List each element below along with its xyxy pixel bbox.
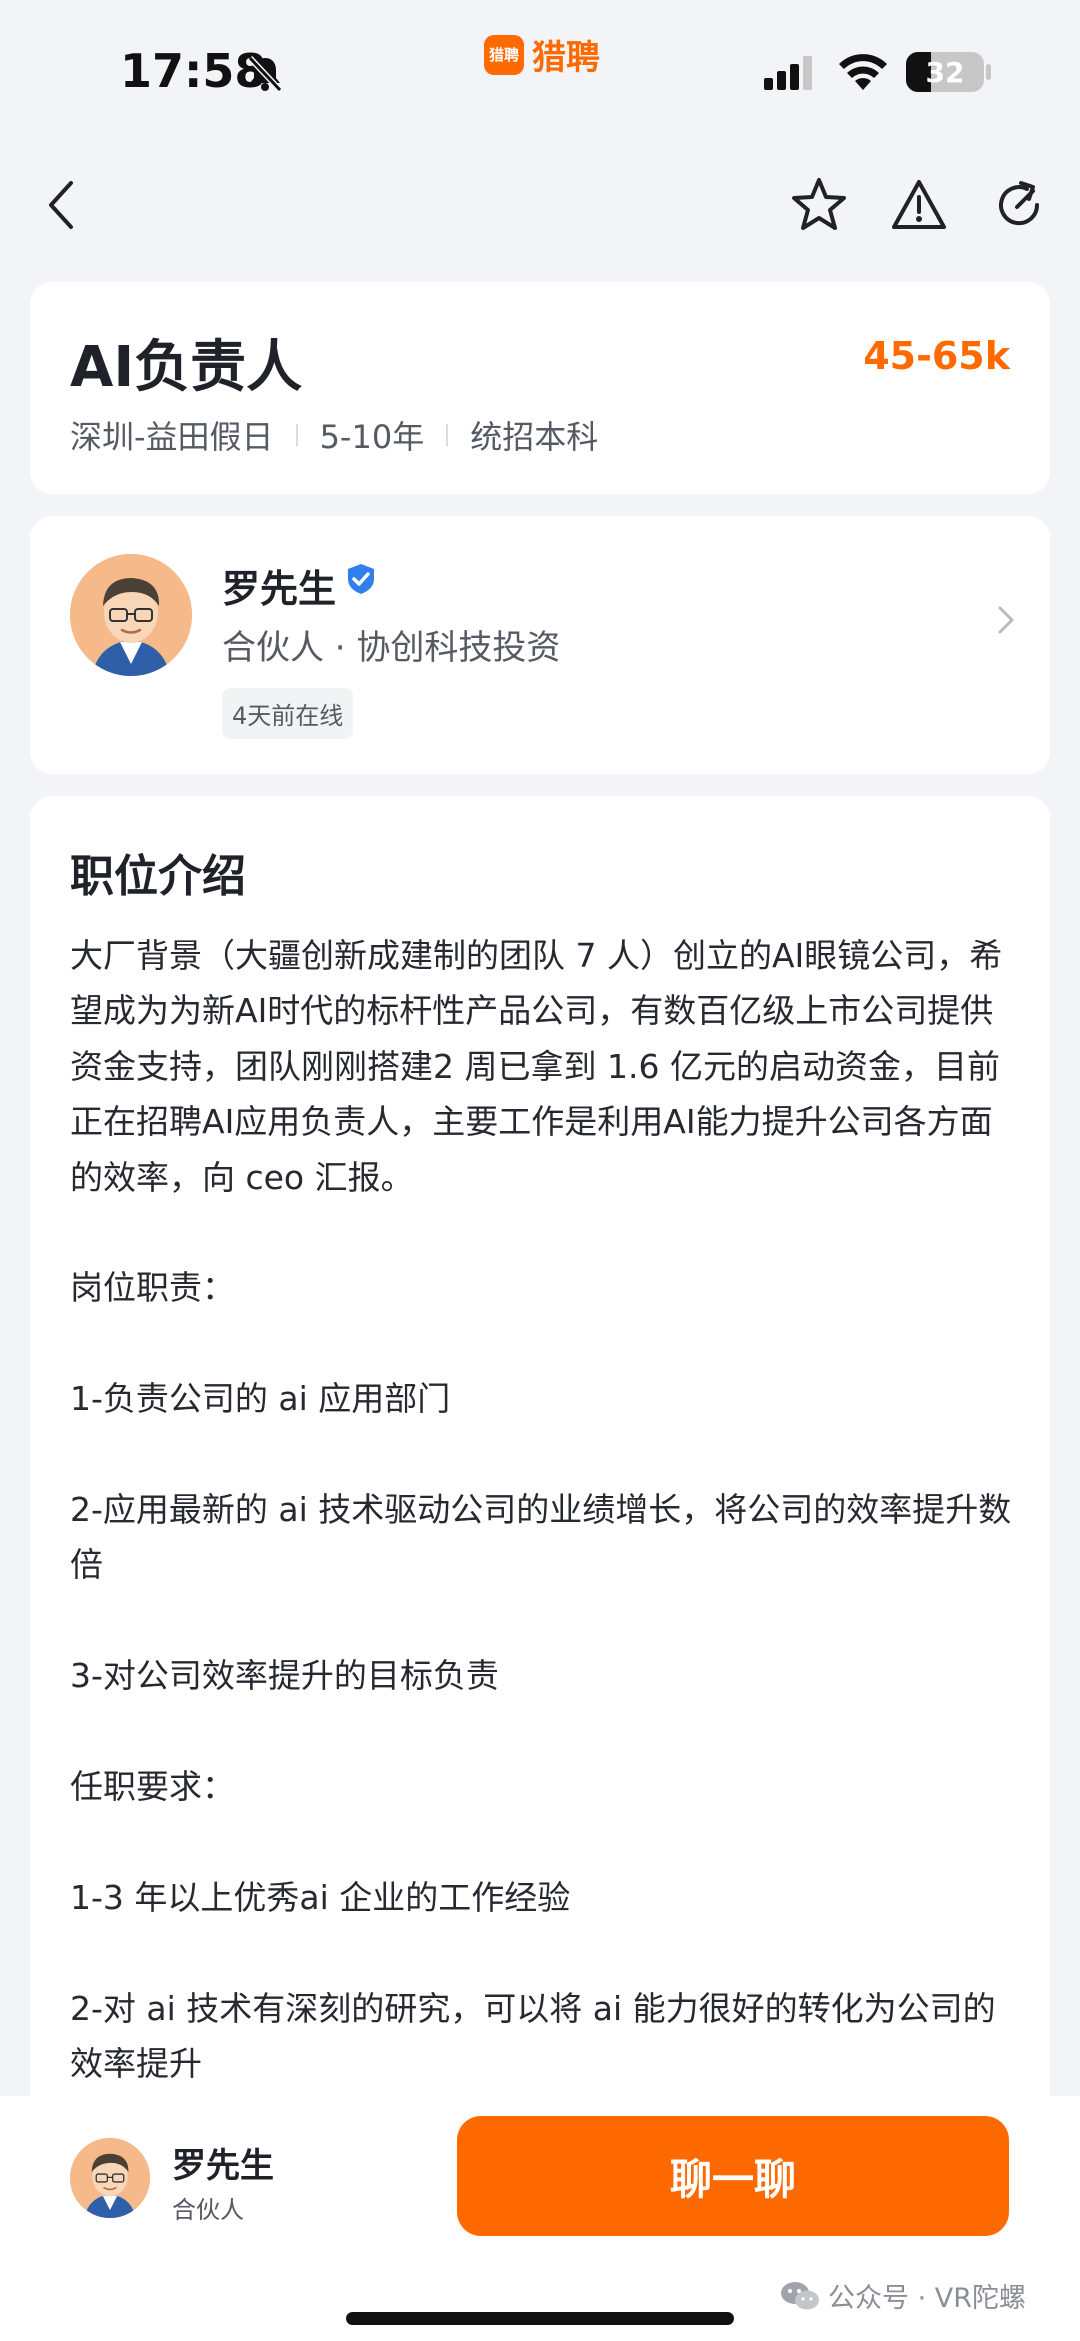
recruiter-avatar	[70, 554, 192, 676]
wifi-icon	[839, 54, 887, 90]
description-body: 大厂背景（大疆创新成建制的团队 7 人）创立的AI眼镜公司，希望成为为新AI时代…	[70, 928, 1015, 2136]
chat-button[interactable]: 聊一聊	[457, 2116, 1009, 2236]
battery-indicator: 32	[906, 52, 984, 92]
home-indicator	[346, 2312, 734, 2325]
battery-nub	[986, 64, 991, 80]
watermark-text: 公众号 · VR陀螺	[828, 2283, 1026, 2314]
bell-muted-icon	[247, 55, 283, 93]
brand-name: 猎聘	[532, 38, 600, 78]
report-icon	[892, 180, 946, 229]
online-status-badge: 4天前在线	[222, 688, 354, 739]
battery-level: 32	[925, 55, 965, 89]
bottom-avatar[interactable]	[70, 2138, 150, 2218]
job-description-card: 职位介绍 大厂背景（大疆创新成建制的团队 7 人）创立的AI眼镜公司，希望成为为…	[30, 796, 1050, 2136]
nav-bar	[0, 160, 1080, 250]
divider	[295, 424, 298, 446]
description-paragraph: 2-对 ai 技术有深刻的研究，可以将 ai 能力很好的转化为公司的效率提升	[70, 1988, 996, 2084]
description-paragraph: 1-负责公司的 ai 应用部门	[70, 1379, 451, 1419]
status-bar: 17:58 猎聘 猎聘 32	[0, 0, 1080, 140]
star-icon	[792, 178, 846, 230]
share-button[interactable]	[974, 160, 1064, 250]
bottom-recruiter-role: 合伙人	[172, 2196, 244, 2224]
job-experience: 5-10年	[319, 418, 425, 456]
description-paragraph: 任职要求：	[70, 1767, 235, 1807]
description-paragraph: 2-应用最新的 ai 技术驱动公司的业绩增长，将公司的效率提升数倍	[70, 1490, 1012, 1585]
brand-logo: 猎聘	[484, 34, 524, 75]
job-summary-card: AI负责人 45-65k 深圳-益田假日 5-10年 统招本科	[30, 282, 1050, 494]
recruiter-name: 罗先生	[222, 567, 337, 611]
description-paragraph: 3-对公司效率提升的目标负责	[70, 1656, 499, 1696]
favorite-button[interactable]	[774, 160, 864, 250]
back-button[interactable]	[16, 160, 106, 250]
share-icon	[999, 181, 1040, 226]
recruiter-card[interactable]: 罗先生 合伙人 · 协创科技投资 4天前在线	[30, 516, 1050, 774]
report-button[interactable]	[874, 160, 964, 250]
avatar-illustration	[70, 554, 192, 676]
bottom-action-bar: 罗先生 合伙人 聊一聊 公众号 · VR陀螺	[0, 2096, 1080, 2341]
recruiter-title-company: 合伙人 · 协创科技投资	[222, 628, 561, 668]
description-heading: 职位介绍	[70, 851, 246, 902]
job-location: 深圳-益田假日	[70, 418, 274, 456]
signal-icon	[764, 56, 812, 90]
avatar-illustration	[70, 2138, 150, 2218]
description-paragraph: 大厂背景（大疆创新成建制的团队 7 人）创立的AI眼镜公司，希望成为为新AI时代…	[70, 936, 1003, 1197]
description-paragraph: 岗位职责：	[70, 1268, 235, 1308]
bottom-recruiter-name: 罗先生	[172, 2146, 274, 2186]
description-paragraph: 1-3 年以上优秀ai 企业的工作经验	[70, 1877, 571, 1917]
verified-icon	[348, 564, 374, 594]
divider	[446, 424, 449, 446]
app-brand: 猎聘 猎聘	[484, 30, 600, 79]
job-education: 统招本科	[470, 418, 599, 456]
chevron-right-icon	[998, 606, 1014, 634]
job-title: AI负责人	[70, 335, 303, 400]
back-icon	[49, 181, 73, 229]
wechat-icon	[781, 2281, 819, 2309]
watermark: 公众号 · VR陀螺	[780, 2276, 1026, 2315]
job-meta: 深圳-益田假日 5-10年 统招本科	[70, 412, 598, 458]
job-salary: 45-65k	[863, 334, 1010, 378]
